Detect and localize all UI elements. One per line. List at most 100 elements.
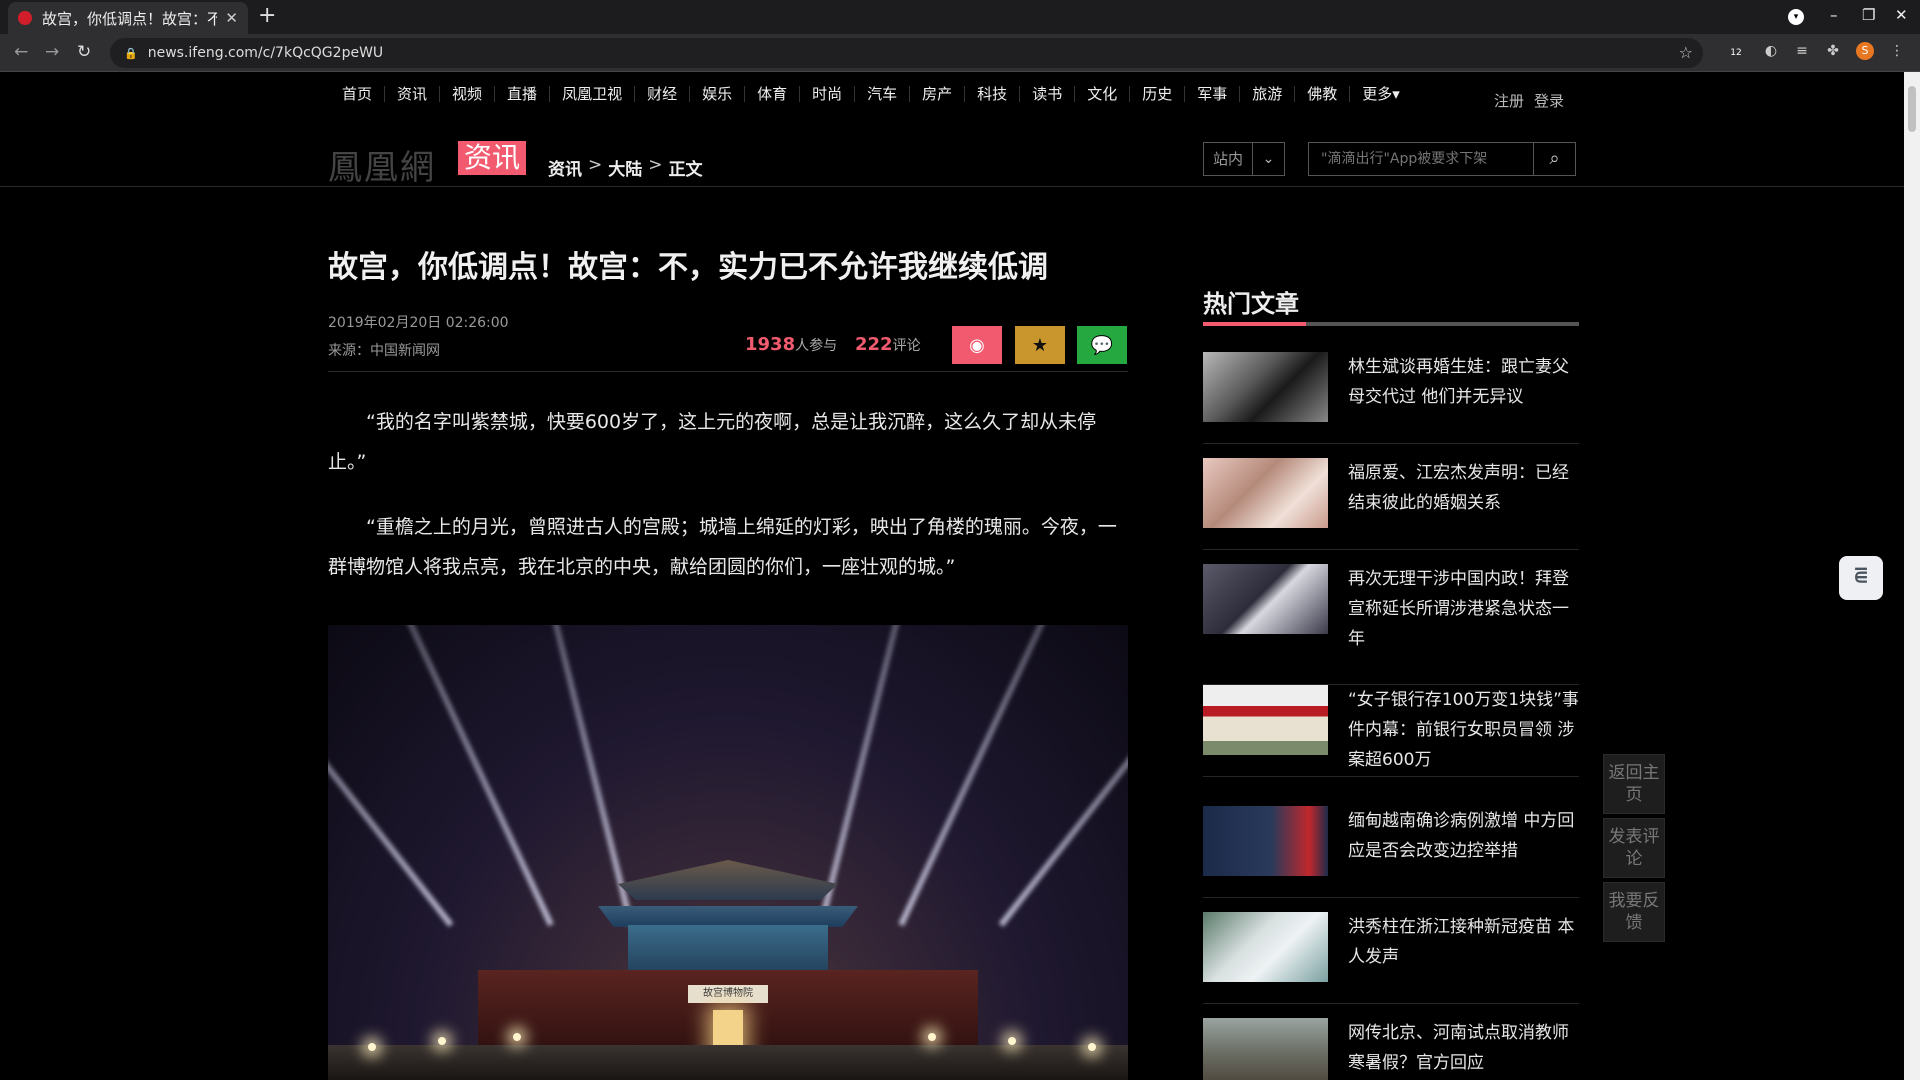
hot-article-title[interactable]: “女子银行存100万变1块钱”事件内幕：前银行女职员冒领 涉案超600万 — [1348, 685, 1580, 775]
hot-article-title[interactable]: 网传北京、河南试点取消教师寒暑假？官方回应 — [1348, 1018, 1580, 1078]
nav-item[interactable]: 娱乐 — [689, 86, 744, 102]
nav-item[interactable]: 资讯 — [384, 86, 439, 102]
hot-article-title[interactable]: 林生斌谈再婚生娃：跟亡妻父母交代过 他们并无异议 — [1348, 352, 1580, 412]
museum-plaque: 故宫博物院 — [688, 985, 768, 1003]
nav-item[interactable]: 旅游 — [1239, 86, 1294, 102]
nav-item[interactable]: 视频 — [439, 86, 494, 102]
breadcrumb-item-mainland[interactable]: 大陆 — [608, 155, 642, 180]
nav-item[interactable]: 房产 — [909, 86, 964, 102]
search-scope-value: 站内 — [1212, 150, 1243, 168]
restore-icon[interactable]: ❐ — [1862, 6, 1875, 24]
reading-list-icon[interactable]: ≡ — [1793, 42, 1811, 60]
header-divider — [0, 186, 1904, 187]
browser-tab-bar: 故宫，你低调点！故宫：不，实力已不允许我继续低调 ✕ + ▾ – ❐ ✕ — [0, 0, 1920, 34]
comments-count[interactable]: 222评论 — [855, 334, 921, 355]
dark-mode-extension-icon[interactable]: ◐ — [1762, 42, 1780, 60]
breadcrumb-item-article: 正文 — [668, 160, 703, 180]
nav-item[interactable]: 佛教 — [1294, 86, 1349, 102]
share-wechat-button[interactable]: 💬 — [1077, 326, 1127, 364]
nav-item[interactable]: 科技 — [964, 86, 1019, 102]
hot-article-title[interactable]: 洪秀柱在浙江接种新冠疫苗 本人发声 — [1348, 912, 1580, 972]
search-box: ⌕ — [1308, 142, 1576, 176]
nav-item[interactable]: 时尚 — [799, 86, 854, 102]
nav-item[interactable]: 首页 — [330, 86, 384, 102]
extensions-puzzle-icon[interactable]: ✤ — [1824, 42, 1842, 60]
login-link[interactable]: 登录 — [1534, 90, 1564, 111]
participants-count[interactable]: 1938人参与 — [745, 334, 837, 355]
hot-article-title[interactable]: 缅甸越南确诊病例激增 中方回应是否会改变边控举措 — [1348, 806, 1580, 866]
article-source: 来源：中国新闻网 — [328, 343, 440, 359]
comments-number: 222 — [855, 334, 893, 355]
browser-menu-icon[interactable]: ⋮ — [1888, 42, 1906, 60]
comments-label: 评论 — [892, 338, 921, 354]
minimize-icon[interactable]: – — [1830, 6, 1838, 24]
new-tab-icon[interactable]: + — [258, 3, 276, 28]
post-comment-button[interactable]: 发表评论 — [1603, 818, 1665, 878]
ifeng-logo[interactable]: 鳳凰網 — [328, 140, 436, 189]
search-icon[interactable]: ⌕ — [1533, 143, 1575, 175]
hot-article-title[interactable]: 再次无理干涉中国内政！拜登宣称延长所谓涉港紧急状态一年 — [1348, 564, 1580, 654]
hot-article-thumbnail[interactable] — [1203, 564, 1328, 634]
reload-icon[interactable]: ↻ — [77, 42, 91, 62]
nav-item[interactable]: 汽车 — [854, 86, 909, 102]
register-link[interactable]: 注册 — [1494, 90, 1524, 111]
hot-article-thumbnail[interactable] — [1203, 806, 1328, 876]
ifeng-favicon-icon — [18, 11, 32, 25]
search-scope-select[interactable]: 站内 ⌄ — [1203, 142, 1285, 176]
scrollbar-thumb[interactable] — [1908, 86, 1916, 132]
nav-item[interactable]: 财经 — [634, 86, 689, 102]
account-avatar[interactable]: S — [1856, 42, 1874, 60]
extension-badge-icon[interactable]: 12 — [1727, 44, 1745, 62]
nav-item[interactable]: 更多▾ — [1349, 86, 1412, 102]
hot-article-thumbnail[interactable] — [1203, 458, 1328, 528]
nav-item[interactable]: 直播 — [494, 86, 549, 102]
feedback-button[interactable]: 我要反馈 — [1603, 882, 1665, 942]
tab-close-icon[interactable]: ✕ — [225, 9, 238, 27]
browser-toolbar: ← → ↻ 🔒 news.ifeng.com/c/7kQcQG2peWU ☆ — [0, 34, 1920, 72]
nav-item[interactable]: 读书 — [1019, 86, 1074, 102]
hot-article-thumbnail[interactable] — [1203, 352, 1328, 422]
lock-icon: 🔒 — [124, 46, 138, 60]
hot-article-thumbnail[interactable] — [1203, 912, 1328, 982]
back-to-home-button[interactable]: 返回主页 — [1603, 754, 1665, 814]
hot-articles-underline — [1203, 322, 1579, 326]
hot-article-title[interactable]: 福原爱、江宏杰发声明：已经结束彼此的婚姻关系 — [1348, 458, 1580, 518]
nav-item[interactable]: 军事 — [1184, 86, 1239, 102]
address-bar[interactable]: 🔒 news.ifeng.com/c/7kQcQG2peWU ☆ — [110, 38, 1703, 68]
page-scrollbar[interactable] — [1904, 72, 1920, 1080]
breadcrumb-separator: > — [588, 155, 603, 175]
nav-item[interactable]: 凤凰卫视 — [549, 86, 634, 102]
wechat-icon: 💬 — [1090, 334, 1114, 356]
browser-tab[interactable]: 故宫，你低调点！故宫：不，实力已不允许我继续低调 ✕ — [8, 2, 248, 34]
url-text: news.ifeng.com/c/7kQcQG2peWU — [147, 45, 384, 61]
nav-item[interactable]: 体育 — [744, 86, 799, 102]
nav-item[interactable]: 历史 — [1129, 86, 1184, 102]
chevron-down-icon[interactable]: ⌄ — [1252, 143, 1284, 175]
section-badge[interactable]: 资讯 — [458, 141, 527, 175]
back-arrow-icon[interactable]: ← — [14, 42, 28, 62]
web-page: 首页 资讯 视频 直播 凤凰卫视 财经 娱乐 体育 时尚 汽车 房产 科技 读书 文化 历史 军事 旅游 佛教 更多… — [0, 72, 1904, 1080]
search-input[interactable] — [1309, 143, 1533, 175]
share-weibo-button[interactable]: ◉ — [952, 326, 1002, 364]
article-paragraph: “重檐之上的月光，曾照进古人的宫殿；城墙上绵延的灯彩，映出了角楼的瑰丽。今夜，一… — [328, 516, 1117, 578]
breadcrumb: 资讯 > 大陆 > 正文 — [548, 155, 703, 180]
window-close-icon[interactable]: ✕ — [1895, 6, 1908, 24]
article-photo-forbidden-city: 故宫博物院 — [328, 625, 1128, 1080]
hot-article-thumbnail[interactable] — [1203, 1018, 1328, 1080]
favorite-button[interactable]: ★ — [1015, 326, 1065, 364]
article-date: 2019年02月20日 02:26:00 — [328, 315, 509, 331]
article-paragraph: “我的名字叫紫禁城，快要600岁了，这上元的夜啊，总是让我沉醉，这么久了却从未停… — [328, 411, 1097, 473]
forward-arrow-icon[interactable]: → — [45, 42, 59, 62]
bookmark-star-icon[interactable]: ☆ — [1679, 43, 1693, 62]
tab-title: 故宫，你低调点！故宫：不，实力已不允许我继续低调 — [42, 9, 218, 28]
weibo-icon: ◉ — [969, 334, 985, 356]
breadcrumb-item-news[interactable]: 资讯 — [548, 155, 582, 180]
hot-articles-title: 热门文章 — [1203, 290, 1299, 318]
hot-article-thumbnail[interactable] — [1203, 685, 1328, 755]
nav-item[interactable]: 文化 — [1074, 86, 1129, 102]
floating-tool-icon[interactable]: ⋷ — [1839, 556, 1883, 600]
article-title: 故宫，你低调点！故宫：不，实力已不允许我继续低调 — [328, 250, 1048, 285]
profile-menu-icon[interactable]: ▾ — [1788, 9, 1804, 25]
account-links: 注册 登录 — [1494, 90, 1564, 111]
breadcrumb-separator: > — [648, 155, 663, 175]
